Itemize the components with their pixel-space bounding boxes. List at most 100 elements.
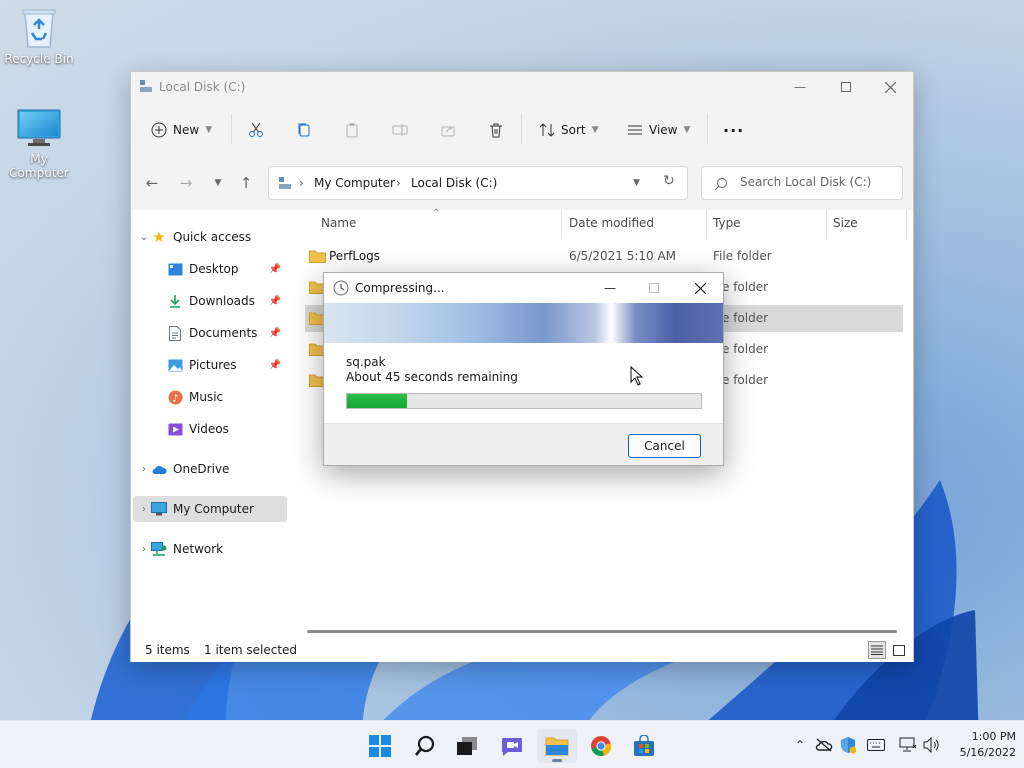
chevron-down-icon: ▼ (591, 125, 599, 135)
refresh-icon[interactable]: ↻ (663, 173, 675, 189)
store-taskbar-button[interactable] (624, 729, 664, 763)
sidebar-item-desktop[interactable]: Desktop 📌 (167, 256, 287, 282)
task-view-button[interactable] (447, 729, 487, 763)
minimize-icon: — (794, 80, 806, 94)
new-button[interactable]: New ▼ (151, 117, 212, 143)
view-button[interactable]: View ▼ (627, 117, 690, 143)
maximize-button[interactable] (823, 72, 869, 102)
search-box[interactable] (701, 166, 903, 200)
table-row[interactable]: PerfLogs 6/5/2021 5:10 AM File folder (305, 243, 903, 270)
up-button[interactable]: ↑ (235, 172, 257, 194)
recycle-bin-icon (17, 6, 61, 50)
more-options-button[interactable]: ··· (723, 117, 744, 143)
column-header-date-modified[interactable]: Date modified (569, 216, 654, 230)
back-button[interactable]: ← (141, 172, 163, 194)
sidebar-item-downloads[interactable]: Downloads 📌 (167, 288, 287, 314)
file-name: PerfLogs (329, 249, 381, 263)
column-header-type[interactable]: Type (713, 216, 741, 230)
sidebar-item-pictures[interactable]: Pictures 📌 (167, 352, 287, 378)
horizontal-scrollbar[interactable] (307, 630, 897, 633)
column-separator[interactable] (706, 210, 707, 238)
mouse-cursor-icon (630, 366, 644, 386)
sidebar-item-network[interactable]: › Network (137, 536, 291, 562)
desktop-icon-recycle-bin[interactable]: Recycle Bin (1, 6, 77, 66)
touch-keyboard-button[interactable] (866, 735, 886, 755)
search-input[interactable] (740, 175, 898, 189)
chat-button[interactable] (492, 729, 532, 763)
title-bar[interactable]: Local Disk (C:) — (131, 72, 913, 102)
more-icon: ··· (723, 120, 745, 140)
cut-button[interactable] (248, 117, 264, 143)
monitor-icon (151, 501, 167, 517)
sidebar-item-documents[interactable]: Documents 📌 (167, 320, 287, 346)
column-header-name[interactable]: Name (321, 216, 356, 230)
sort-button[interactable]: Sort ▼ (539, 117, 599, 143)
network-icon (899, 737, 917, 752)
chevron-right-icon: › (142, 503, 146, 515)
security-tray-button[interactable] (838, 735, 858, 755)
sidebar-item-quick-access[interactable]: ⌄ ★ Quick access (137, 224, 291, 250)
desktop-icon-my-computer[interactable]: My Computer (1, 106, 77, 180)
sidebar-item-videos[interactable]: Videos (167, 416, 287, 442)
chevron-up-icon: ⌃ (794, 738, 806, 752)
onedrive-tray-button[interactable] (814, 735, 834, 755)
dialog-title-bar[interactable]: Compressing... — (324, 273, 723, 303)
rename-button[interactable] (392, 117, 408, 143)
start-button[interactable] (360, 729, 400, 763)
paste-button[interactable] (344, 117, 360, 143)
sidebar-item-label: My Computer (173, 502, 254, 516)
address-history-chevron-icon[interactable]: ▼ (633, 178, 640, 188)
share-button[interactable] (440, 117, 456, 143)
volume-tray-button[interactable] (922, 735, 942, 755)
maximize-icon (649, 283, 659, 293)
copy-button[interactable] (296, 117, 312, 143)
compress-progress-dialog: Compressing... — sq.pak About 45 seconds… (323, 272, 724, 466)
details-view-button[interactable] (868, 641, 886, 659)
star-icon: ★ (152, 228, 166, 246)
tiles-view-button[interactable] (890, 641, 908, 659)
forward-button[interactable]: → (175, 172, 197, 194)
dialog-minimize-button[interactable]: — (590, 273, 630, 303)
system-clock[interactable]: 1:00 PM 5/16/2022 (950, 729, 1016, 761)
sidebar-item-label: Quick access (173, 230, 252, 244)
address-bar[interactable]: › My Computer › Local Disk (C:) ▼ ↻ (268, 166, 688, 200)
time-remaining: About 45 seconds remaining (346, 370, 518, 384)
breadcrumb-local-disk[interactable]: Local Disk (C:) (411, 176, 497, 190)
pictures-icon (167, 357, 183, 373)
dialog-maximize-button[interactable] (634, 273, 674, 303)
clock-icon (333, 280, 349, 296)
sidebar-item-music[interactable]: ♪ Music (167, 384, 287, 410)
recent-locations-button[interactable]: ▼ (207, 172, 229, 194)
sidebar-item-onedrive[interactable]: › OneDrive (137, 456, 291, 482)
chrome-taskbar-button[interactable] (581, 729, 621, 763)
video-icon (167, 421, 183, 437)
column-separator[interactable] (561, 210, 562, 238)
progress-bar-fill (347, 394, 408, 408)
show-hidden-icons-button[interactable]: ⌃ (790, 735, 810, 755)
breadcrumb-chevron-icon: › (396, 176, 401, 190)
view-list-icon (628, 125, 642, 135)
file-type: e folder (722, 342, 769, 356)
taskbar-search-button[interactable] (405, 729, 445, 763)
sidebar-item-label: Downloads (189, 294, 255, 308)
minimize-button[interactable]: — (777, 72, 823, 102)
navigation-pane: ⌄ ★ Quick access Desktop 📌 Downloads 📌 D… (131, 210, 291, 635)
sort-button-label: Sort (561, 123, 586, 137)
column-separator[interactable] (906, 210, 907, 238)
start-icon (369, 735, 391, 757)
network-icon (151, 541, 167, 557)
command-bar: New ▼ Sort ▼ View ▼ ··· (131, 102, 913, 158)
column-header-size[interactable]: Size (833, 216, 858, 230)
network-tray-button[interactable] (898, 735, 918, 755)
dialog-close-button[interactable] (680, 273, 720, 303)
file-explorer-taskbar-button[interactable] (537, 729, 577, 763)
volume-icon (923, 737, 939, 753)
new-button-label: New (173, 123, 200, 137)
delete-button[interactable] (488, 117, 504, 143)
breadcrumb-my-computer[interactable]: My Computer (314, 176, 395, 190)
cancel-button[interactable]: Cancel (628, 434, 701, 458)
sidebar-item-my-computer[interactable]: › My Computer (133, 496, 287, 522)
file-type: e folder (722, 373, 769, 387)
column-separator[interactable] (826, 210, 827, 238)
close-button[interactable] (867, 72, 913, 102)
